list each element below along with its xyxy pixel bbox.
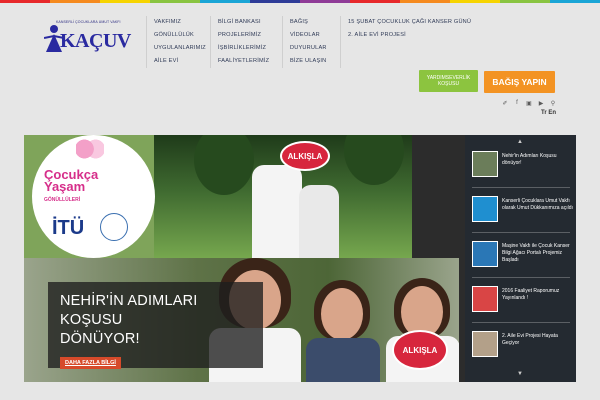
language-switcher[interactable]: Tr En [541,110,556,116]
nav-item-uygulanlarimiz[interactable]: UYGULANLARIMIZ [154,42,206,55]
hero-banner-top: ALKIŞLA Çocukça Yaşam GÖNÜLLÜLERİ İTÜ [24,135,412,258]
nav-item-isbirliklerimiz[interactable]: İŞBİRLİKLERİMİZ [218,42,276,55]
top-color-strip [0,0,600,3]
slider-item-text: Maşine Vakfı ile Çocuk Kanser Bilgi Ağac… [502,243,570,263]
person-shape [299,185,339,258]
slider-item-thumbnail [472,196,498,222]
itu-logo: İTÜ [52,217,85,239]
slider-item-text: 2. Aile Evi Projesi Hayata Geçiyor [502,333,558,346]
banner-subtitle: GÖNÜLLÜLERİ [44,197,81,203]
strip-segment [50,0,100,3]
logo-wordmark: KAÇUV [60,30,131,52]
strip-segment [550,0,600,3]
nav-item-gonulluluk[interactable]: GÖNÜLLÜLÜK [154,29,204,42]
donate-button[interactable]: BAĞIŞ YAPIN [484,71,555,93]
strip-segment [500,0,550,3]
banner-title: Çocukça Yaşam [44,167,99,194]
nav-item-videolar[interactable]: VİDEOLAR [290,29,334,42]
slider-item-text: Nehir'in Adımları Koşusu dönüyor! [502,153,557,166]
logo[interactable]: KANSERLİ ÇOCUKLARA UMUT VAKFI KAÇUV [44,18,132,58]
cocukca-yasam-badge: Çocukça Yaşam GÖNÜLLÜLERİ İTÜ [32,135,155,258]
slider-divider [472,187,570,188]
nav-column-4: 15 ŞUBAT ÇOCUKLUK ÇAĞI KANSER GÜNÜ 2. Aİ… [340,16,471,68]
volunteer-run-button[interactable]: YARDIMSEVERLİK KOŞUSU [419,70,478,92]
instagram-icon[interactable]: ▣ [526,100,532,107]
search-icon[interactable]: ⚲ [550,100,556,107]
slider-item[interactable]: Kanserli Çocuklara Umut Vakfı olarak Umu… [472,196,573,226]
person-shape [306,338,380,382]
strip-segment [0,0,50,3]
slider-item-thumbnail [472,241,498,267]
social-links: ✐ f ▣ ▶ ⚲ [502,100,556,107]
nav-item-duyurular[interactable]: DUYURULAR [290,42,334,55]
slider-item-text: 2016 Faaliyet Raporumuz Yayınlandı ! [502,288,560,301]
nav-item-aile-evi[interactable]: AİLE EVİ [154,55,204,68]
volunteer-run-label-2: KOŞUSU [437,81,460,87]
hero-caption-title: NEHİR'İN ADIMLARI KOŞUSU DÖNÜYOR! [60,293,198,347]
main-nav: VAKFIMIZ GÖNÜLLÜLÜK UYGULANLARIMIZ AİLE … [146,16,471,68]
nav-item-bilgi-bankasi[interactable]: BİLGİ BANKASI [218,16,276,29]
twitter-icon[interactable]: ✐ [502,100,508,107]
nav-item-aile-evi-projesi[interactable]: 2. AİLE EVİ PROJESİ [348,29,452,42]
slider-item-thumbnail [472,286,498,312]
butterfly-icon [76,137,104,167]
strip-segment [100,0,150,3]
slider-item-thumbnail [472,331,498,357]
slider-item-thumbnail [472,151,498,177]
strip-segment [300,0,350,3]
nav-item-faaliyetlerimiz[interactable]: FAALİYETLERİMİZ [218,55,276,68]
logo-tagline: KANSERLİ ÇOCUKLARA UMUT VAKFI [56,20,121,24]
news-slider: ▲ Nehir'in Adımları Koşusu dönüyor! Kanse… [465,135,576,382]
nav-column-2: BİLGİ BANKASI PROJELERİMİZ İŞBİRLİKLERİM… [210,16,276,68]
hero-caption: NEHİR'İN ADIMLARI KOŞUSU DÖNÜYOR! DAHA F… [48,282,263,369]
slider-divider [472,232,570,233]
nav-item-15-subat[interactable]: 15 ŞUBAT ÇOCUKLUK ÇAĞI KANSER GÜNÜ [348,16,471,29]
strip-segment [150,0,200,3]
chevron-down-icon[interactable]: ▼ [517,371,523,377]
more-info-button[interactable]: DAHA FAZLA BİLGİ [60,357,121,369]
slider-item[interactable]: 2016 Faaliyet Raporumuz Yayınlandı ! [472,286,572,316]
slider-item[interactable]: Nehir'in Adımları Koşusu dönüyor! [472,151,572,181]
slider-item[interactable]: 2. Aile Evi Projesi Hayata Geçiyor [472,331,572,361]
nav-item-vakfimiz[interactable]: VAKFIMIZ [154,16,204,29]
chevron-up-icon[interactable]: ▲ [517,139,523,145]
facebook-icon[interactable]: f [514,100,520,107]
nav-column-1: VAKFIMIZ GÖNÜLLÜLÜK UYGULANLARIMIZ AİLE … [146,16,206,68]
strip-segment [350,0,400,3]
slider-item-text: Kanserli Çocuklara Umut Vakfı olarak Umu… [502,198,573,211]
nav-item-bize-ulasin[interactable]: BİZE ULAŞIN [290,55,334,68]
hero-main-photo: ALKIŞLA NEHİR'İN ADIMLARI KOŞUSU DÖNÜYOR… [24,258,459,382]
strip-segment [450,0,500,3]
nav-item-bagis[interactable]: BAĞIŞ [290,16,334,29]
seal-icon [100,213,128,241]
slider-divider [472,277,570,278]
person-shape [252,165,302,258]
strip-segment [200,0,250,3]
strip-segment [250,0,300,3]
nav-column-3: BAĞIŞ VİDEOLAR DUYURULAR BİZE ULAŞIN [282,16,334,68]
slider-item[interactable]: Maşine Vakfı ile Çocuk Kanser Bilgi Ağac… [472,241,572,271]
face-shape [321,288,363,340]
nav-item-projelerimiz[interactable]: PROJELERİMİZ [218,29,276,42]
alkisla-sign: ALKIŞLA [392,330,448,370]
strip-segment [400,0,450,3]
youtube-icon[interactable]: ▶ [538,100,544,107]
alkisla-sign: ALKIŞLA [280,141,330,171]
slider-divider [472,322,570,323]
